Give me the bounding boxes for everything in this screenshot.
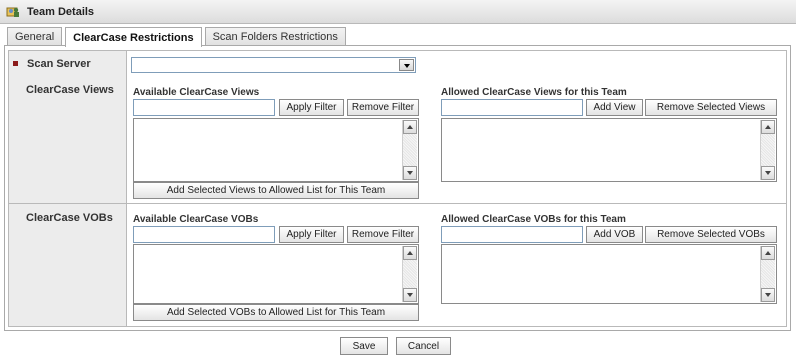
form-table: Scan Server ClearCase Views Available Cl…	[8, 50, 787, 327]
save-button[interactable]: Save	[340, 337, 388, 355]
team-icon	[6, 5, 21, 18]
scroll-down-icon[interactable]	[761, 288, 775, 302]
available-views-list[interactable]	[133, 118, 419, 182]
views-apply-filter-button[interactable]: Apply Filter	[279, 99, 344, 116]
scrollbar[interactable]	[402, 246, 417, 302]
scrollbar[interactable]	[760, 120, 775, 180]
scroll-down-icon[interactable]	[403, 288, 417, 302]
add-views-to-allowed-button[interactable]: Add Selected Views to Allowed List for T…	[133, 182, 419, 199]
allowed-vobs-list[interactable]	[441, 244, 777, 304]
add-vobs-to-allowed-button[interactable]: Add Selected VOBs to Allowed List for Th…	[133, 304, 419, 321]
tab-strip: General ClearCase Restrictions Scan Fold…	[7, 27, 349, 47]
scroll-down-icon[interactable]	[403, 166, 417, 180]
clearcase-views-label: ClearCase Views	[26, 84, 114, 96]
vobs-filter-input[interactable]	[133, 226, 275, 243]
allowed-vobs-title: Allowed ClearCase VOBs for this Team	[441, 214, 626, 225]
tab-panel: Scan Server ClearCase Views Available Cl…	[4, 45, 791, 331]
dropdown-arrow-icon[interactable]	[399, 59, 414, 71]
scrollbar[interactable]	[402, 120, 417, 180]
add-vob-button[interactable]: Add VOB	[586, 226, 643, 243]
clearcase-vobs-label: ClearCase VOBs	[26, 212, 113, 224]
vobs-remove-filter-button[interactable]: Remove Filter	[347, 226, 419, 243]
scroll-up-icon[interactable]	[761, 120, 775, 134]
scroll-up-icon[interactable]	[403, 120, 417, 134]
scan-server-select[interactable]	[131, 57, 416, 73]
view-name-input[interactable]	[441, 99, 583, 116]
scroll-down-icon[interactable]	[761, 166, 775, 180]
scan-server-label: Scan Server	[27, 58, 91, 70]
scroll-up-icon[interactable]	[761, 246, 775, 260]
tab-clearcase-restrictions[interactable]: ClearCase Restrictions	[65, 27, 202, 47]
vob-name-input[interactable]	[441, 226, 583, 243]
available-vobs-title: Available ClearCase VOBs	[133, 214, 259, 225]
tab-scan-folders-restrictions[interactable]: Scan Folders Restrictions	[204, 27, 346, 46]
available-vobs-list[interactable]	[133, 244, 419, 304]
window-titlebar: Team Details	[0, 0, 796, 24]
views-filter-input[interactable]	[133, 99, 275, 116]
required-marker-icon	[13, 61, 18, 66]
scroll-up-icon[interactable]	[403, 246, 417, 260]
allowed-views-title: Allowed ClearCase Views for this Team	[441, 87, 627, 98]
remove-selected-views-button[interactable]: Remove Selected Views	[645, 99, 777, 116]
allowed-views-list[interactable]	[441, 118, 777, 182]
row-divider	[9, 203, 786, 204]
cancel-button[interactable]: Cancel	[396, 337, 451, 355]
available-views-title: Available ClearCase Views	[133, 87, 260, 98]
window-title: Team Details	[27, 5, 95, 18]
views-remove-filter-button[interactable]: Remove Filter	[347, 99, 419, 116]
tab-general[interactable]: General	[7, 27, 63, 46]
add-view-button[interactable]: Add View	[586, 99, 643, 116]
vobs-apply-filter-button[interactable]: Apply Filter	[279, 226, 344, 243]
scrollbar[interactable]	[760, 246, 775, 302]
remove-selected-vobs-button[interactable]: Remove Selected VOBs	[645, 226, 777, 243]
